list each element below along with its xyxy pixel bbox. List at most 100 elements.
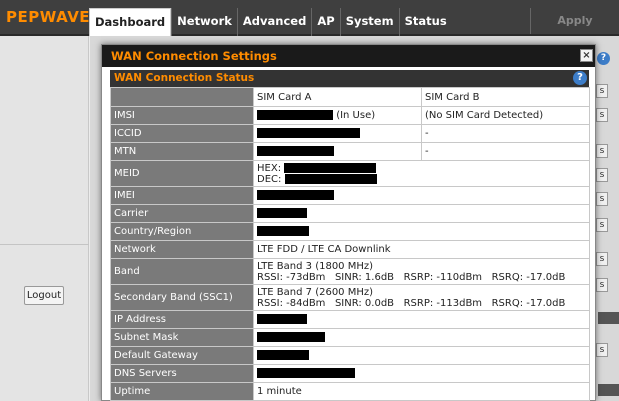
tab-ap[interactable]: AP: [311, 8, 339, 36]
redacted-value: [257, 350, 309, 360]
sidebar-divider: [0, 244, 89, 245]
tab-system[interactable]: System: [339, 8, 399, 36]
column-header-sim-a: SIM Card A: [253, 87, 422, 107]
row-label-uptime: Uptime: [110, 382, 254, 401]
dns-servers-value: [253, 364, 590, 383]
band-name: LTE Band 3 (1800 MHz): [257, 260, 374, 272]
iccid-sim-b: -: [421, 124, 590, 143]
imsi-sim-a: (In Use): [253, 106, 422, 125]
uptime-value: 1 minute: [253, 382, 590, 401]
imei-value: [253, 186, 590, 205]
meid-value: HEX: DEC:: [253, 160, 590, 187]
row-label-imei: IMEI: [110, 186, 254, 205]
table-row: Uptime 1 minute: [110, 382, 590, 401]
background-button[interactable]: s: [596, 144, 608, 158]
background-button[interactable]: s: [596, 192, 608, 206]
row-label-imsi: IMSI: [110, 106, 254, 125]
redacted-value: [257, 332, 325, 342]
mtn-sim-a: [253, 142, 422, 161]
country-value: [253, 222, 590, 241]
background-button[interactable]: s: [596, 252, 608, 266]
redacted-value: [257, 110, 333, 120]
background-button[interactable]: s: [596, 278, 608, 292]
row-label-subnet-mask: Subnet Mask: [110, 328, 254, 347]
wan-status-table: SIM Card A SIM Card B IMSI (In Use) (No …: [110, 87, 590, 401]
background-section-bar: [598, 312, 619, 324]
table-row: Secondary Band (SSC1) LTE Band 7 (2600 M…: [110, 284, 590, 311]
table-row: Band LTE Band 3 (1800 MHz) RSSI: -73dBm …: [110, 258, 590, 285]
redacted-value: [257, 190, 334, 200]
apply-changes-button[interactable]: Apply Changes: [530, 8, 619, 53]
row-label-mtn: MTN: [110, 142, 254, 161]
default-gateway-value: [253, 346, 590, 365]
subnet-mask-value: [253, 328, 590, 347]
band-value: LTE Band 3 (1800 MHz) RSSI: -73dBm SINR:…: [253, 258, 590, 285]
tab-status[interactable]: Status: [398, 8, 452, 36]
ip-address-value: [253, 310, 590, 329]
background-button[interactable]: s: [596, 168, 608, 182]
row-label-dns-servers: DNS Servers: [110, 364, 254, 383]
secondary-band-value: LTE Band 7 (2600 MHz) RSSI: -84dBm SINR:…: [253, 284, 590, 311]
mtn-sim-b: -: [421, 142, 590, 161]
section-title: WAN Connection Status: [114, 72, 255, 84]
background-section-bar: [598, 384, 619, 396]
brand-logo: PEPWAVE: [6, 8, 91, 26]
redacted-value: [257, 208, 307, 218]
row-label-country: Country/Region: [110, 222, 254, 241]
logout-button[interactable]: Logout: [24, 286, 64, 305]
top-navigation-bar: PEPWAVE Dashboard Network Advanced AP Sy…: [0, 0, 619, 53]
secondary-band-name: LTE Band 7 (2600 MHz): [257, 286, 374, 298]
table-row: IMEI: [110, 186, 590, 205]
main-nav: Dashboard Network Advanced AP System Sta…: [89, 8, 452, 36]
dialog-title: WAN Connection Settings ×: [102, 45, 595, 67]
table-row: Default Gateway: [110, 346, 590, 365]
secondary-band-signal: RSSI: -84dBm SINR: 0.0dB RSRP: -113dBm R…: [257, 297, 566, 309]
redacted-value: [284, 162, 377, 173]
column-header-sim-b: SIM Card B: [421, 87, 590, 107]
imsi-sim-b: (No SIM Card Detected): [421, 106, 590, 125]
table-row: IP Address: [110, 310, 590, 329]
tab-advanced[interactable]: Advanced: [236, 8, 311, 36]
row-label-network: Network: [110, 240, 254, 259]
sidebar: Logout: [0, 36, 89, 401]
background-button[interactable]: s: [596, 343, 608, 357]
meid-hex-line: HEX:: [257, 162, 586, 174]
tab-dashboard[interactable]: Dashboard: [89, 8, 172, 36]
row-label-band: Band: [110, 258, 254, 285]
table-row: MEID HEX: DEC:: [110, 160, 590, 187]
meid-dec-label: DEC:: [257, 173, 282, 185]
section-header: WAN Connection Status ?: [110, 70, 589, 87]
table-row: Carrier: [110, 204, 590, 223]
redacted-value: [257, 128, 360, 138]
row-label-secondary-band: Secondary Band (SSC1): [110, 284, 254, 311]
dialog-title-text: WAN Connection Settings: [111, 49, 277, 63]
table-row: IMSI (In Use) (No SIM Card Detected): [110, 106, 590, 125]
row-label-iccid: ICCID: [110, 124, 254, 143]
redacted-value: [257, 314, 307, 324]
table-row: Country/Region: [110, 222, 590, 241]
background-button[interactable]: s: [596, 108, 608, 122]
header-blank: [110, 87, 254, 107]
redacted-value: [257, 226, 309, 236]
meid-dec-line: DEC:: [257, 173, 586, 185]
close-icon[interactable]: ×: [580, 49, 593, 62]
wan-connection-settings-dialog: WAN Connection Settings × WAN Connection…: [101, 44, 596, 401]
background-help-icon[interactable]: ?: [597, 52, 610, 65]
row-label-meid: MEID: [110, 160, 254, 187]
band-signal: RSSI: -73dBm SINR: 1.6dB RSRP: -110dBm R…: [257, 271, 566, 283]
background-button[interactable]: s: [596, 84, 608, 98]
table-header-row: SIM Card A SIM Card B: [110, 87, 590, 107]
tab-network[interactable]: Network: [171, 8, 237, 36]
help-icon[interactable]: ?: [573, 71, 587, 85]
row-label-default-gateway: Default Gateway: [110, 346, 254, 365]
redacted-value: [257, 368, 355, 378]
row-label-ip-address: IP Address: [110, 310, 254, 329]
redacted-value: [257, 146, 334, 156]
table-row: ICCID -: [110, 124, 590, 143]
table-row: Subnet Mask: [110, 328, 590, 347]
row-label-carrier: Carrier: [110, 204, 254, 223]
redacted-value: [284, 173, 377, 184]
meid-hex-label: HEX:: [257, 162, 282, 174]
iccid-sim-a: [253, 124, 422, 143]
background-button[interactable]: s: [596, 218, 608, 232]
